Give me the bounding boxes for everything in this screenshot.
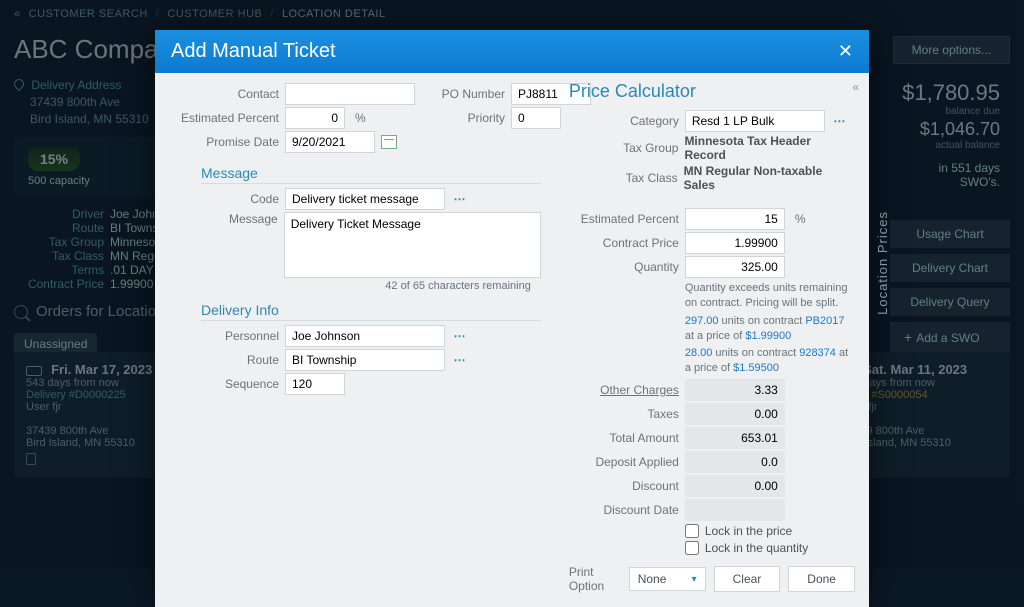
quantity-warning: Quantity exceeds units remaining on cont…	[685, 281, 855, 311]
other-charges-value	[685, 379, 785, 401]
discount-value	[685, 475, 785, 497]
chevron-down-icon: ▾	[692, 574, 697, 585]
print-option-label: Print Option	[569, 565, 621, 593]
taxgroup-value: Minnesota Tax Header Record	[684, 134, 855, 162]
print-option-select[interactable]: None▾	[629, 567, 706, 591]
est-pct2-label: Estimated Percent	[569, 212, 679, 226]
po-label: PO Number	[425, 87, 505, 101]
sequence-input[interactable]	[285, 373, 345, 395]
category-input[interactable]	[685, 110, 825, 132]
char-remaining: 42 of 65 characters remaining	[169, 280, 531, 292]
split-line-1: 297.00 units on contract PB2017 at a pri…	[685, 314, 855, 344]
route-lookup-icon[interactable]: ⋯	[451, 353, 469, 367]
priority-label: Priority	[425, 111, 505, 125]
taxgroup-label: Tax Group	[569, 141, 679, 155]
discount-date-label: Discount Date	[569, 503, 679, 517]
lock-qty-checkbox[interactable]	[685, 541, 699, 555]
taxes-label: Taxes	[569, 407, 679, 421]
modal-title: Add Manual Ticket	[171, 40, 336, 63]
contact-input[interactable]	[285, 83, 415, 105]
lock-price-checkbox[interactable]	[685, 524, 699, 538]
close-icon[interactable]: ✕	[838, 41, 853, 62]
code-input[interactable]	[285, 188, 445, 210]
priority-input[interactable]	[511, 107, 561, 129]
message-textarea[interactable]	[284, 212, 541, 278]
code-label: Code	[169, 192, 279, 206]
price-calculator-head: Price Calculator	[569, 81, 855, 104]
personnel-label: Personnel	[169, 329, 279, 343]
discount-label: Discount	[569, 479, 679, 493]
split-line-2: 28.00 units on contract 928374 at a pric…	[685, 346, 855, 376]
calendar-icon[interactable]	[381, 135, 397, 149]
total-label: Total Amount	[569, 431, 679, 445]
taxclass-value: MN Regular Non-taxable Sales	[684, 164, 855, 192]
promise-date-input[interactable]	[285, 131, 375, 153]
category-label: Category	[569, 114, 679, 128]
est-pct-label: Estimated Percent	[169, 111, 279, 125]
taxes-value	[685, 403, 785, 425]
contact-label: Contact	[169, 87, 279, 101]
est-pct-input[interactable]	[285, 107, 345, 129]
lock-qty-label: Lock in the quantity	[705, 541, 808, 555]
est-pct2-input[interactable]	[685, 208, 785, 230]
promise-date-label: Promise Date	[169, 135, 279, 149]
clear-button[interactable]: Clear	[714, 566, 781, 592]
quantity-label: Quantity	[569, 260, 679, 274]
personnel-lookup-icon[interactable]: ⋯	[451, 329, 469, 343]
discount-date-value	[685, 499, 785, 521]
route-input[interactable]	[285, 349, 445, 371]
location-prices-label[interactable]: Location Prices	[875, 211, 890, 315]
add-manual-ticket-modal: Add Manual Ticket ✕ « Contact Estimated …	[155, 30, 869, 607]
route-label: Route	[169, 353, 279, 367]
done-button[interactable]: Done	[788, 566, 855, 592]
total-value	[685, 427, 785, 449]
personnel-input[interactable]	[285, 325, 445, 347]
message-section-head: Message	[201, 165, 541, 184]
taxclass-label: Tax Class	[569, 171, 678, 185]
message-label: Message	[169, 212, 278, 226]
deposit-label: Deposit Applied	[569, 455, 679, 469]
quantity-input[interactable]	[685, 256, 785, 278]
delivery-section-head: Delivery Info	[201, 302, 541, 321]
sequence-label: Sequence	[169, 377, 279, 391]
category-lookup-icon[interactable]: ⋯	[831, 114, 849, 128]
cprice-input[interactable]	[685, 232, 785, 254]
deposit-value	[685, 451, 785, 473]
other-charges-link[interactable]: Other Charges	[569, 383, 679, 397]
code-lookup-icon[interactable]: ⋯	[451, 192, 469, 206]
lock-price-label: Lock in the price	[705, 524, 792, 538]
cprice-label: Contract Price	[569, 236, 679, 250]
